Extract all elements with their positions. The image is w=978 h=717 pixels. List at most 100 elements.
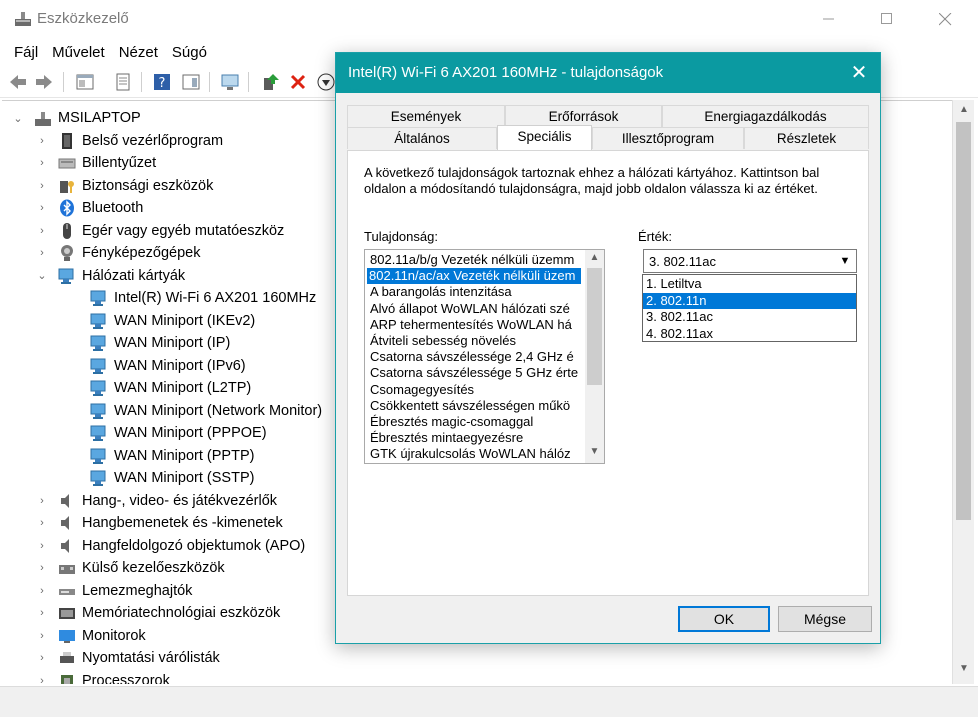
- list-scroll-up-arrow[interactable]: ▲: [585, 252, 604, 263]
- property-list-item[interactable]: ARP tehermentesítés WoWLAN há: [368, 317, 582, 333]
- property-list-item[interactable]: Átviteli sebesség növelés: [368, 333, 582, 349]
- update-driver-icon[interactable]: [261, 72, 281, 92]
- scan-hardware-icon[interactable]: [220, 72, 240, 92]
- chevron-right-icon[interactable]: ›: [36, 180, 48, 192]
- maximize-button[interactable]: [864, 0, 910, 38]
- chevron-right-icon[interactable]: ›: [36, 135, 48, 147]
- chevron-right-icon[interactable]: ›: [36, 225, 48, 237]
- scroll-thumb[interactable]: [956, 122, 971, 520]
- ok-button[interactable]: OK: [678, 606, 770, 632]
- tab-advanced[interactable]: Speciális: [497, 125, 592, 150]
- tree-category[interactable]: › Nyomtatási várólisták: [36, 647, 220, 669]
- cancel-button[interactable]: Mégse: [778, 606, 872, 632]
- property-list-item[interactable]: Csatorna sávszélessége 2,4 GHz é: [368, 349, 582, 365]
- tab-driver[interactable]: Illesztőprogram: [592, 127, 744, 149]
- property-list-item[interactable]: Csatorna sávszélessége 5 GHz érte: [368, 365, 582, 381]
- chevron-right-icon[interactable]: ›: [36, 247, 48, 259]
- chevron-right-icon[interactable]: ›: [36, 495, 48, 507]
- tree-device-network[interactable]: WAN Miniport (IP): [80, 332, 230, 354]
- chevron-right-icon[interactable]: ›: [36, 562, 48, 574]
- back-arrow-icon[interactable]: [8, 72, 28, 92]
- property-list-item[interactable]: Ébresztés magic-csomaggal: [368, 414, 582, 430]
- minimize-button[interactable]: [806, 0, 852, 38]
- tree-category-network[interactable]: ⌄ Hálózati kártyák: [36, 265, 185, 287]
- chevron-right-icon[interactable]: ›: [36, 652, 48, 664]
- list-scroll-thumb[interactable]: [587, 268, 602, 385]
- dialog-close-button[interactable]: ✕: [842, 59, 876, 87]
- close-window-button[interactable]: [922, 0, 968, 38]
- forward-arrow-icon[interactable]: [34, 72, 54, 92]
- chevron-down-icon[interactable]: ⌄: [36, 269, 48, 282]
- properties-window-icon[interactable]: [75, 72, 95, 92]
- scroll-up-arrow[interactable]: ▲: [953, 104, 975, 115]
- tree-device-network[interactable]: WAN Miniport (IPv6): [80, 355, 246, 377]
- scroll-down-arrow[interactable]: ▼: [953, 663, 975, 674]
- tree-category[interactable]: › Hang-, video- és játékvezérlők: [36, 490, 277, 512]
- menu-help[interactable]: Súgó: [165, 44, 214, 61]
- tab-power-management[interactable]: Energiagazdálkodás: [662, 105, 869, 127]
- chevron-right-icon[interactable]: ›: [36, 202, 48, 214]
- value-option[interactable]: 2. 802.11n: [643, 292, 856, 309]
- chevron-down-icon[interactable]: ▼: [835, 251, 855, 271]
- chevron-right-icon[interactable]: ›: [36, 540, 48, 552]
- tree-device-network[interactable]: WAN Miniport (SSTP): [80, 467, 254, 489]
- uninstall-x-icon[interactable]: [288, 72, 308, 92]
- chevron-right-icon[interactable]: ›: [36, 630, 48, 642]
- value-combobox[interactable]: 3. 802.11ac ▼: [643, 249, 857, 273]
- chevron-right-icon[interactable]: ›: [36, 607, 48, 619]
- view-pane-icon[interactable]: [181, 72, 201, 92]
- tree-device-network[interactable]: WAN Miniport (Network Monitor): [80, 400, 322, 422]
- tab-general[interactable]: Általános: [347, 127, 497, 149]
- tab-events[interactable]: Események: [347, 105, 505, 127]
- value-option[interactable]: 4. 802.11ax: [643, 326, 856, 342]
- value-dropdown-list[interactable]: 1. Letiltva 2. 802.11n 3. 802.11ac 4. 802.1…: [642, 274, 857, 342]
- property-list-item[interactable]: Ébresztés mintaegyezésre: [368, 430, 582, 446]
- tree-device-network[interactable]: WAN Miniport (PPTP): [80, 445, 254, 467]
- tree-category[interactable]: › Fényképezőgépek: [36, 242, 201, 264]
- tree-root-computer[interactable]: ⌄ MSILAPTOP: [12, 107, 141, 129]
- chevron-right-icon[interactable]: ›: [36, 157, 48, 169]
- property-list-item[interactable]: 802.11a/b/g Vezeték nélküli üzemm: [368, 252, 582, 268]
- tab-resources[interactable]: Erőforrások: [505, 105, 662, 127]
- value-option[interactable]: 3. 802.11ac: [643, 309, 856, 325]
- tree-category[interactable]: › Belső vezérlőprogram: [36, 130, 223, 152]
- tree-category[interactable]: › Hangfeldolgozó objektumok (APO): [36, 535, 305, 557]
- menu-action[interactable]: Művelet: [45, 44, 112, 61]
- tab-details[interactable]: Részletek: [744, 127, 869, 149]
- list-scroll-down-arrow[interactable]: ▼: [585, 446, 604, 457]
- menu-view[interactable]: Nézet: [112, 44, 165, 61]
- property-list-item[interactable]: Csomagegyesítés: [368, 382, 582, 398]
- document-icon[interactable]: [113, 72, 133, 92]
- tree-category[interactable]: › Hangbemenetek és -kimenetek: [36, 512, 283, 534]
- property-list-item[interactable]: Alvó állapot WoWLAN hálózati szé: [368, 301, 582, 317]
- tree-category[interactable]: › Biztonsági eszközök: [36, 175, 213, 197]
- tree-device-network[interactable]: WAN Miniport (L2TP): [80, 377, 251, 399]
- chevron-right-icon[interactable]: ›: [36, 585, 48, 597]
- tree-device-network[interactable]: WAN Miniport (PPPOE): [80, 422, 267, 444]
- chevron-down-icon[interactable]: ⌄: [12, 112, 24, 125]
- tree-category[interactable]: › Egér vagy egyéb mutatóeszköz: [36, 220, 284, 242]
- help-icon[interactable]: ?: [152, 72, 172, 92]
- chevron-right-icon[interactable]: ›: [36, 675, 48, 685]
- property-list-item[interactable]: Csökkentett sávszélességen műkö: [368, 398, 582, 414]
- chevron-right-icon[interactable]: ›: [36, 517, 48, 529]
- property-list-scrollbar[interactable]: ▲ ▼: [585, 250, 604, 463]
- property-list-item[interactable]: A barangolás intenzitása: [368, 284, 582, 300]
- tree-scrollbar[interactable]: ▲ ▼: [952, 100, 974, 684]
- property-list-item[interactable]: 802.11n/ac/ax Vezeték nélküli üzem: [366, 267, 582, 286]
- tree-category[interactable]: › Bluetooth: [36, 197, 143, 219]
- property-listbox[interactable]: ▲ ▼ 802.11a/b/g Vezeték nélküli üzemm 802…: [364, 249, 605, 464]
- tree-category[interactable]: › Billentyűzet: [36, 152, 156, 174]
- property-list-item[interactable]: GTK újrakulcsolás WoWLAN hálóz: [368, 446, 582, 462]
- tree-category[interactable]: › Külső kezelőeszközök: [36, 557, 225, 579]
- tree-device-network[interactable]: WAN Miniport (IKEv2): [80, 310, 255, 332]
- value-option[interactable]: 1. Letiltva: [643, 276, 856, 292]
- tree-category[interactable]: › Memóriatechnológiai eszközök: [36, 602, 280, 624]
- tree-category[interactable]: › Processzorok: [36, 670, 170, 685]
- menu-file[interactable]: Fájl: [7, 44, 45, 61]
- tree-device-network[interactable]: Intel(R) Wi-Fi 6 AX201 160MHz: [80, 287, 316, 309]
- download-arrow-icon[interactable]: [316, 72, 336, 92]
- tree-item-label: WAN Miniport (IPv6): [114, 357, 246, 374]
- tree-category[interactable]: › Monitorok: [36, 625, 146, 647]
- tree-category[interactable]: › Lemezmeghajtók: [36, 580, 192, 602]
